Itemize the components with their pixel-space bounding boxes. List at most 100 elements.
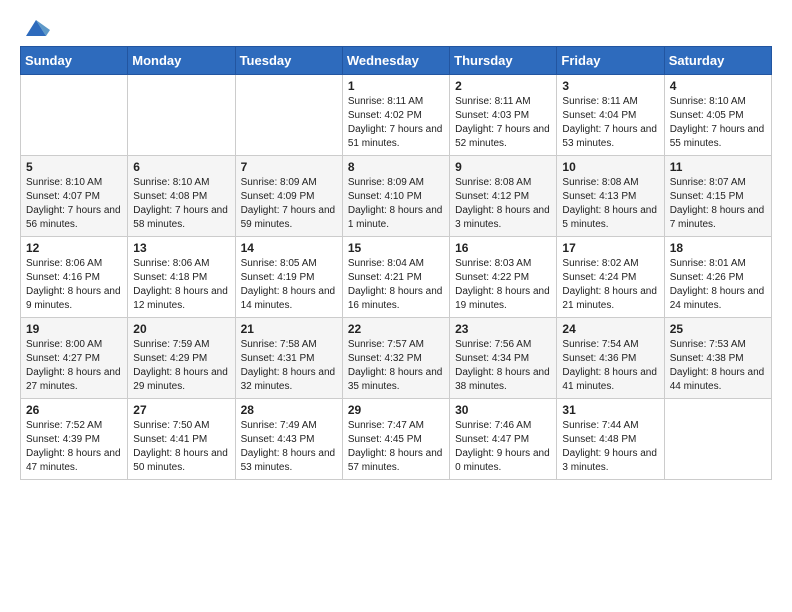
day-cell: 8 Sunrise: 8:09 AMSunset: 4:10 PMDaylight… xyxy=(342,156,449,237)
day-number: 26 xyxy=(26,403,122,417)
day-info: Sunrise: 8:06 AMSunset: 4:16 PMDaylight:… xyxy=(26,257,122,313)
day-cell: 6 Sunrise: 8:10 AMSunset: 4:08 PMDaylight… xyxy=(128,156,235,237)
day-info: Sunrise: 8:00 AMSunset: 4:27 PMDaylight:… xyxy=(26,338,122,394)
day-number: 22 xyxy=(348,322,444,336)
day-cell: 7 Sunrise: 8:09 AMSunset: 4:09 PMDaylight… xyxy=(235,156,342,237)
week-row-2: 5Sunrise: 8:10 AMSunset: 4:07 PMDaylight… xyxy=(21,156,772,237)
day-cell: 26 Sunrise: 7:52 AMSunset: 4:39 PMDayligh… xyxy=(21,399,128,480)
day-cell: 9Sunrise: 8:08 AMSunset: 4:12 PMDaylight… xyxy=(450,156,557,237)
day-number: 29 xyxy=(348,403,444,417)
day-info: Sunrise: 8:10 AMSunset: 4:07 PMDaylight:… xyxy=(26,176,122,232)
day-cell: 5Sunrise: 8:10 AMSunset: 4:07 PMDaylight… xyxy=(21,156,128,237)
logo-icon xyxy=(22,16,50,38)
day-number: 13 xyxy=(133,241,229,255)
day-cell: 31Sunrise: 7:44 AMSunset: 4:48 PMDayligh… xyxy=(557,399,664,480)
day-number: 19 xyxy=(26,322,122,336)
day-number: 10 xyxy=(562,160,658,174)
week-row-5: 26 Sunrise: 7:52 AMSunset: 4:39 PMDayligh… xyxy=(21,399,772,480)
day-number: 21 xyxy=(241,322,337,336)
weekday-header-friday: Friday xyxy=(557,47,664,75)
day-number: 17 xyxy=(562,241,658,255)
day-number: 25 xyxy=(670,322,766,336)
day-info: Sunrise: 7:56 AMSunset: 4:34 PMDaylight:… xyxy=(455,338,551,394)
day-cell: 19 Sunrise: 8:00 AMSunset: 4:27 PMDayligh… xyxy=(21,318,128,399)
weekday-header-saturday: Saturday xyxy=(664,47,771,75)
day-number: 18 xyxy=(670,241,766,255)
day-number: 8 xyxy=(348,160,444,174)
day-cell: 23 Sunrise: 7:56 AMSunset: 4:34 PMDayligh… xyxy=(450,318,557,399)
day-number: 31 xyxy=(562,403,658,417)
day-cell: 2Sunrise: 8:11 AMSunset: 4:03 PMDaylight… xyxy=(450,75,557,156)
day-info: Sunrise: 8:05 AMSunset: 4:19 PMDaylight:… xyxy=(241,257,337,313)
day-info: Sunrise: 7:46 AMSunset: 4:47 PMDaylight:… xyxy=(455,419,551,475)
day-info: Sunrise: 8:08 AMSunset: 4:13 PMDaylight:… xyxy=(562,176,658,232)
day-info: Sunrise: 7:47 AMSunset: 4:45 PMDaylight:… xyxy=(348,419,444,475)
day-cell: 20 Sunrise: 7:59 AMSunset: 4:29 PMDayligh… xyxy=(128,318,235,399)
day-cell: 29 Sunrise: 7:47 AMSunset: 4:45 PMDayligh… xyxy=(342,399,449,480)
day-number: 3 xyxy=(562,79,658,93)
day-cell: 16 Sunrise: 8:03 AMSunset: 4:22 PMDayligh… xyxy=(450,237,557,318)
day-number: 2 xyxy=(455,79,551,93)
day-cell: 17 Sunrise: 8:02 AMSunset: 4:24 PMDayligh… xyxy=(557,237,664,318)
day-cell: 21 Sunrise: 7:58 AMSunset: 4:31 PMDayligh… xyxy=(235,318,342,399)
page: SundayMondayTuesdayWednesdayThursdayFrid… xyxy=(0,0,792,496)
day-number: 6 xyxy=(133,160,229,174)
day-info: Sunrise: 7:50 AMSunset: 4:41 PMDaylight:… xyxy=(133,419,229,475)
day-info: Sunrise: 7:59 AMSunset: 4:29 PMDaylight:… xyxy=(133,338,229,394)
day-cell: 14Sunrise: 8:05 AMSunset: 4:19 PMDayligh… xyxy=(235,237,342,318)
weekday-header-thursday: Thursday xyxy=(450,47,557,75)
day-number: 20 xyxy=(133,322,229,336)
day-info: Sunrise: 8:10 AMSunset: 4:08 PMDaylight:… xyxy=(133,176,229,232)
day-cell xyxy=(128,75,235,156)
day-info: Sunrise: 8:09 AMSunset: 4:10 PMDaylight:… xyxy=(348,176,444,232)
day-cell: 1Sunrise: 8:11 AMSunset: 4:02 PMDaylight… xyxy=(342,75,449,156)
week-row-3: 12 Sunrise: 8:06 AMSunset: 4:16 PMDayligh… xyxy=(21,237,772,318)
day-cell: 25 Sunrise: 7:53 AMSunset: 4:38 PMDayligh… xyxy=(664,318,771,399)
calendar: SundayMondayTuesdayWednesdayThursdayFrid… xyxy=(20,46,772,480)
day-number: 15 xyxy=(348,241,444,255)
day-info: Sunrise: 7:58 AMSunset: 4:31 PMDaylight:… xyxy=(241,338,337,394)
logo-area xyxy=(20,16,50,38)
day-cell: 10 Sunrise: 8:08 AMSunset: 4:13 PMDayligh… xyxy=(557,156,664,237)
day-number: 1 xyxy=(348,79,444,93)
day-number: 16 xyxy=(455,241,551,255)
day-number: 11 xyxy=(670,160,766,174)
day-number: 30 xyxy=(455,403,551,417)
day-info: Sunrise: 8:11 AMSunset: 4:04 PMDaylight:… xyxy=(562,95,658,151)
day-number: 23 xyxy=(455,322,551,336)
day-info: Sunrise: 7:53 AMSunset: 4:38 PMDaylight:… xyxy=(670,338,766,394)
day-info: Sunrise: 7:57 AMSunset: 4:32 PMDaylight:… xyxy=(348,338,444,394)
day-number: 24 xyxy=(562,322,658,336)
day-info: Sunrise: 7:49 AMSunset: 4:43 PMDaylight:… xyxy=(241,419,337,475)
weekday-header-wednesday: Wednesday xyxy=(342,47,449,75)
day-cell: 12 Sunrise: 8:06 AMSunset: 4:16 PMDayligh… xyxy=(21,237,128,318)
weekday-header-row: SundayMondayTuesdayWednesdayThursdayFrid… xyxy=(21,47,772,75)
day-cell: 22 Sunrise: 7:57 AMSunset: 4:32 PMDayligh… xyxy=(342,318,449,399)
logo xyxy=(20,16,50,38)
day-cell: 28 Sunrise: 7:49 AMSunset: 4:43 PMDayligh… xyxy=(235,399,342,480)
day-info: Sunrise: 8:01 AMSunset: 4:26 PMDaylight:… xyxy=(670,257,766,313)
day-number: 7 xyxy=(241,160,337,174)
day-cell: 27 Sunrise: 7:50 AMSunset: 4:41 PMDayligh… xyxy=(128,399,235,480)
day-info: Sunrise: 8:09 AMSunset: 4:09 PMDaylight:… xyxy=(241,176,337,232)
week-row-4: 19 Sunrise: 8:00 AMSunset: 4:27 PMDayligh… xyxy=(21,318,772,399)
day-cell: 3 Sunrise: 8:11 AMSunset: 4:04 PMDaylight… xyxy=(557,75,664,156)
day-cell xyxy=(21,75,128,156)
day-number: 27 xyxy=(133,403,229,417)
day-info: Sunrise: 8:08 AMSunset: 4:12 PMDaylight:… xyxy=(455,176,551,232)
day-cell xyxy=(664,399,771,480)
header xyxy=(20,16,772,38)
day-info: Sunrise: 8:02 AMSunset: 4:24 PMDaylight:… xyxy=(562,257,658,313)
day-number: 28 xyxy=(241,403,337,417)
day-number: 12 xyxy=(26,241,122,255)
day-info: Sunrise: 8:03 AMSunset: 4:22 PMDaylight:… xyxy=(455,257,551,313)
day-info: Sunrise: 8:07 AMSunset: 4:15 PMDaylight:… xyxy=(670,176,766,232)
day-info: Sunrise: 7:54 AMSunset: 4:36 PMDaylight:… xyxy=(562,338,658,394)
day-cell: 24 Sunrise: 7:54 AMSunset: 4:36 PMDayligh… xyxy=(557,318,664,399)
day-cell: 11 Sunrise: 8:07 AMSunset: 4:15 PMDayligh… xyxy=(664,156,771,237)
week-row-1: 1Sunrise: 8:11 AMSunset: 4:02 PMDaylight… xyxy=(21,75,772,156)
day-info: Sunrise: 8:10 AMSunset: 4:05 PMDaylight:… xyxy=(670,95,766,151)
day-info: Sunrise: 7:52 AMSunset: 4:39 PMDaylight:… xyxy=(26,419,122,475)
day-cell xyxy=(235,75,342,156)
day-cell: 4Sunrise: 8:10 AMSunset: 4:05 PMDaylight… xyxy=(664,75,771,156)
